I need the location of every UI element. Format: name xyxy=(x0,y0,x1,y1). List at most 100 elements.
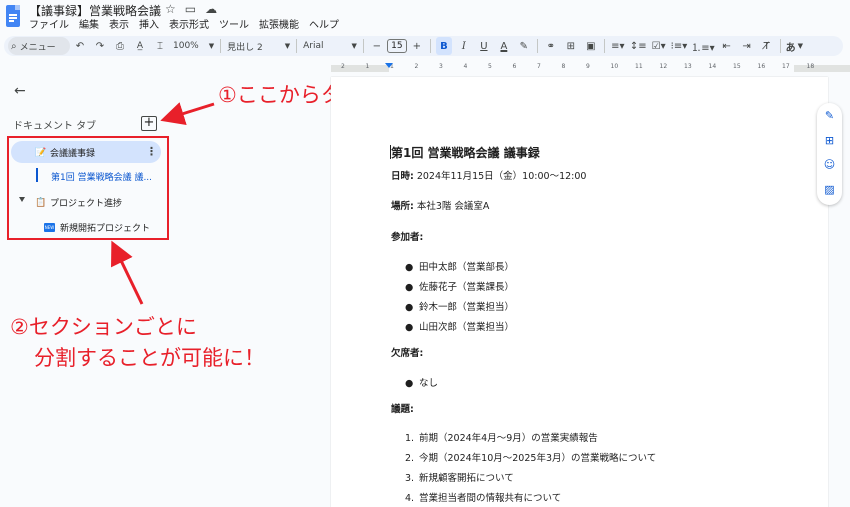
menu-tools[interactable]: ツール xyxy=(219,16,249,31)
input-tools-button[interactable]: あ ▼ xyxy=(786,37,803,55)
highlight-color-icon[interactable]: ✎ xyxy=(516,37,532,55)
ruler-margin-right xyxy=(794,65,850,72)
decrease-indent-icon[interactable]: ⇤ xyxy=(719,37,735,55)
zoom-select[interactable]: 100% ▼ xyxy=(173,41,214,51)
docs-logo-icon[interactable] xyxy=(6,5,20,27)
text-color-button[interactable]: A xyxy=(496,37,512,55)
paint-format-icon[interactable]: ⌶ xyxy=(152,37,168,55)
checklist-icon[interactable]: ☑▾ xyxy=(651,37,667,55)
emoji-icon[interactable]: ☺ xyxy=(823,158,836,171)
insert-image-icon[interactable]: ▣ xyxy=(583,37,599,55)
clear-formatting-icon[interactable]: T̸ xyxy=(759,37,775,55)
increase-font-size-icon[interactable]: + xyxy=(409,37,425,55)
ruler-number: 9 xyxy=(586,63,590,70)
decrease-font-size-icon[interactable]: − xyxy=(369,37,385,55)
list-item: ● なし xyxy=(405,375,438,389)
star-icon[interactable]: ☆ xyxy=(165,2,176,16)
spellcheck-icon[interactable]: A̲ xyxy=(132,37,148,55)
underline-button[interactable]: U xyxy=(476,37,492,55)
chevron-down-icon: ▼ xyxy=(284,42,291,50)
numbered-list-icon[interactable]: ⒈≡▾ xyxy=(691,37,714,55)
help-me-write-icon[interactable]: ✎ xyxy=(823,109,836,122)
list-item: 2. 今期（2024年10月〜2025年3月）の営業戦略について xyxy=(405,450,656,464)
ruler-number: 6 xyxy=(512,63,517,70)
side-action-panel: ✎ ⊞ ☺ ▨ xyxy=(817,103,842,205)
search-icon: ⌕ xyxy=(11,40,17,52)
list-number: 3. xyxy=(405,473,415,484)
ruler-number: 7 xyxy=(537,63,541,70)
chevron-down-icon: ▼ xyxy=(208,42,215,50)
ruler-number: 16 xyxy=(757,63,766,70)
ruler-number: 11 xyxy=(635,63,643,70)
bold-button[interactable]: B xyxy=(435,37,452,55)
chevron-down-icon: ▼ xyxy=(797,42,804,50)
menu-extensions[interactable]: 拡張機能 xyxy=(259,16,299,31)
font-size-input[interactable]: 15 xyxy=(386,39,407,53)
toolbar-divider xyxy=(220,39,222,53)
doc-attendees-label: 参加者: xyxy=(391,229,423,243)
bullet-icon: ● xyxy=(405,322,414,333)
italic-button[interactable]: I xyxy=(456,37,472,55)
ruler-number: 4 xyxy=(463,63,468,70)
move-folder-icon[interactable]: ▭ xyxy=(185,2,196,16)
cloud-status-icon[interactable]: ☁ xyxy=(205,2,217,16)
align-icon[interactable]: ≡▾ xyxy=(610,37,626,55)
list-item: 4. 営業担当者間の情報共有について xyxy=(405,490,561,504)
horizontal-ruler[interactable]: 2 1 1 2 3 4 5 6 7 8 9 10 11 12 13 14 15 16 17 18 xyxy=(331,63,850,73)
back-arrow-icon[interactable]: ← xyxy=(14,83,26,99)
print-icon[interactable]: ⎙ xyxy=(112,37,128,55)
ruler-number: 13 xyxy=(684,63,692,70)
list-number: 4. xyxy=(405,493,415,504)
attendee: 山田次郎（営業担当） xyxy=(419,322,515,333)
ruler-number: 18 xyxy=(806,63,815,70)
undo-icon[interactable]: ↶ xyxy=(72,37,88,55)
callout-split-line1: ②セクションごとに xyxy=(10,315,197,339)
add-comment-icon[interactable]: ⊞ xyxy=(823,134,836,147)
callout-split-line2: 分割することが可能に！ xyxy=(34,346,265,370)
input-tools-label: あ xyxy=(785,42,796,54)
bullet-icon: ● xyxy=(405,302,414,313)
add-tab-button[interactable]: + xyxy=(141,116,157,131)
ruler-number: 1 xyxy=(365,63,370,70)
menu-bar: ファイル 編集 表示 挿入 表示形式 ツール 拡張機能 ヘルプ xyxy=(29,16,339,31)
date-label: 日時: xyxy=(391,171,414,182)
chevron-down-icon: ▼ xyxy=(351,42,357,50)
line-spacing-icon[interactable]: ↕≡ xyxy=(630,37,647,55)
document-tabs-heading: ドキュメント タブ xyxy=(13,121,97,132)
menu-view[interactable]: 表示 xyxy=(109,16,129,31)
ruler-number: 2 xyxy=(341,63,345,70)
ruler-number: 2 xyxy=(414,63,419,70)
annotation-tabs-box xyxy=(7,136,169,240)
date-value: 2024年11月15日（金）10:00〜12:00 xyxy=(413,171,587,182)
toolbar-divider xyxy=(536,39,538,53)
toolbar-divider xyxy=(603,39,605,53)
zoom-value: 100% xyxy=(173,41,199,51)
add-comment-icon[interactable]: ⊞ xyxy=(563,37,579,55)
menu-format[interactable]: 表示形式 xyxy=(169,16,209,31)
list-number: 1. xyxy=(405,433,415,444)
toolbar: ⌕ メニュー ↶ ↷ ⎙ A̲ ⌶ 100% ▼ 見出し 2 ▼ Arial ▼ − … xyxy=(4,36,843,56)
ruler-number: 5 xyxy=(488,63,492,70)
insert-link-icon[interactable]: ⚭ xyxy=(543,37,559,55)
ruler-margin-left xyxy=(331,65,389,72)
bulleted-list-icon[interactable]: ⁝≡▾ xyxy=(671,37,688,55)
font-select[interactable]: Arial ▼ xyxy=(303,41,357,51)
increase-indent-icon[interactable]: ⇥ xyxy=(739,37,755,55)
menu-search[interactable]: ⌕ メニュー xyxy=(8,37,70,55)
ruler-indent-marker[interactable] xyxy=(385,63,393,68)
style-select[interactable]: 見出し 2 ▼ xyxy=(227,40,290,53)
ruler-number: 3 xyxy=(439,63,443,70)
list-item: ● 佐藤花子（営業課長） xyxy=(405,279,514,293)
menu-search-label: メニュー xyxy=(19,42,56,53)
menu-insert[interactable]: 挿入 xyxy=(139,16,159,31)
menu-help[interactable]: ヘルプ xyxy=(309,16,339,31)
menu-edit[interactable]: 編集 xyxy=(79,16,99,31)
doc-agenda-label: 議題: xyxy=(391,401,414,415)
suggest-edits-icon[interactable]: ▨ xyxy=(823,183,836,196)
title-actions: ☆ ▭ ☁ xyxy=(165,2,217,16)
menu-file[interactable]: ファイル xyxy=(29,16,69,31)
toolbar-divider xyxy=(362,39,364,53)
redo-icon[interactable]: ↷ xyxy=(92,37,108,55)
attendee: 佐藤花子（営業課長） xyxy=(419,282,515,293)
ruler-number: 10 xyxy=(610,63,619,70)
